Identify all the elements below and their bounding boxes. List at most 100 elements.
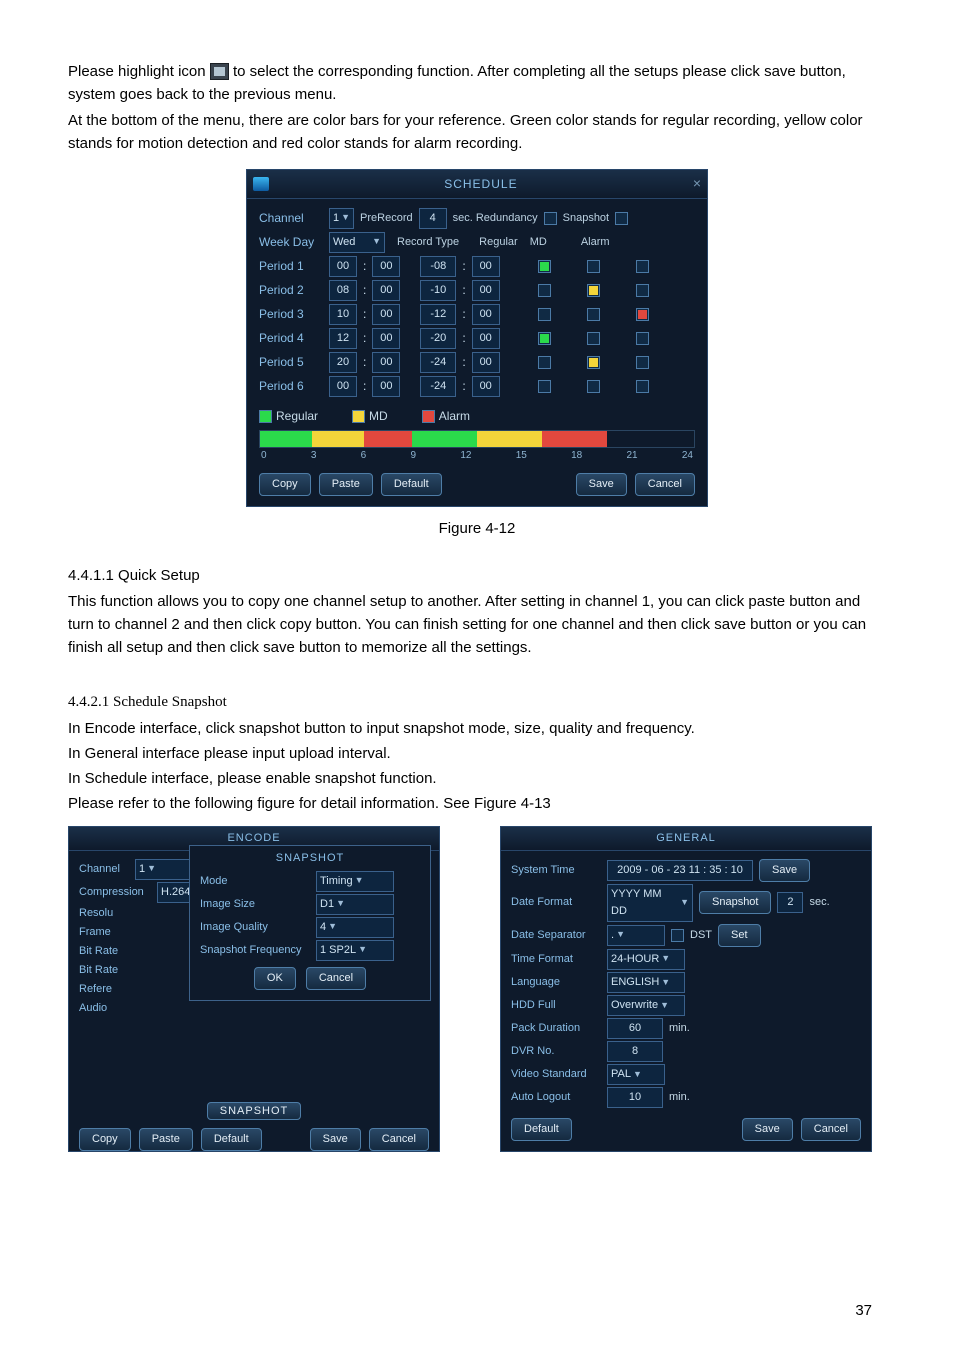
save-button[interactable]: Save [576,473,627,496]
sec-redundancy-label: sec. Redundancy [453,210,538,227]
paste-button[interactable]: Paste [319,473,373,496]
enc-cancel-button[interactable]: Cancel [369,1128,429,1151]
enc-paste-button[interactable]: Paste [139,1128,193,1151]
period-start-h[interactable]: 00 [329,376,357,397]
timefmt-select[interactable]: 24-HOUR▼ [607,949,685,970]
period-start-m[interactable]: 00 [372,376,400,397]
period-start-h[interactable]: 12 [329,328,357,349]
period-alarm-checkbox[interactable] [636,356,649,369]
period-end-m[interactable]: 00 [472,376,500,397]
period-start-m[interactable]: 00 [372,352,400,373]
systime-input[interactable]: 2009 - 06 - 23 11 : 35 : 10 [607,860,753,881]
dst-set-button[interactable]: Set [718,924,761,947]
period-regular-checkbox[interactable] [538,284,551,297]
period-end-m[interactable]: 00 [472,280,500,301]
prerecord-input[interactable]: 4 [419,208,447,229]
snapshot-interval-button[interactable]: Snapshot [699,891,771,914]
period-alarm-checkbox[interactable] [636,332,649,345]
popup-cancel-button[interactable]: Cancel [306,967,366,990]
dvr-input[interactable]: 8 [607,1041,663,1062]
copy-button[interactable]: Copy [259,473,311,496]
period-start-h[interactable]: 00 [329,256,357,277]
dst-checkbox[interactable] [671,929,684,942]
period-start-h[interactable]: 10 [329,304,357,325]
close-icon[interactable]: × [693,173,701,195]
redundancy-checkbox[interactable] [544,212,557,225]
prerecord-label: PreRecord [360,210,413,227]
systime-save-button[interactable]: Save [759,859,810,882]
snapshot-interval-input[interactable]: 2 [777,892,803,913]
period-md-checkbox[interactable] [587,260,600,273]
schedule-snapshot-heading: 4.4.2.1 Schedule Snapshot [68,691,886,714]
snap-p2: In General interface please input upload… [68,742,886,765]
pack-input[interactable]: 60 [607,1018,663,1039]
enc-save-button[interactable]: Save [310,1128,361,1151]
period-regular-checkbox[interactable] [538,260,551,273]
period-end-m[interactable]: 00 [472,304,500,325]
period-end-h[interactable]: -12 [420,304,456,325]
snapshot-label: Snapshot [563,210,609,227]
period-end-h[interactable]: -10 [420,280,456,301]
period-regular-checkbox[interactable] [538,308,551,321]
cancel-button[interactable]: Cancel [635,473,695,496]
popup-ok-button[interactable]: OK [254,967,296,990]
hdd-select[interactable]: Overwrite▼ [607,995,685,1016]
period-md-checkbox[interactable] [587,308,600,321]
period-label: Period 2 [259,281,323,300]
channel-select[interactable]: 1▼ [329,208,354,229]
period-alarm-checkbox[interactable] [636,380,649,393]
highlight-icon [210,63,229,80]
auto-input[interactable]: 10 [607,1087,663,1108]
gen-save-button[interactable]: Save [742,1118,793,1141]
panel-title: SCHEDULE [269,175,693,194]
period-regular-checkbox[interactable] [538,380,551,393]
snapshot-checkbox[interactable] [615,212,628,225]
period-label: Period 1 [259,257,323,276]
video-select[interactable]: PAL▼ [607,1064,665,1085]
period-end-h[interactable]: -24 [420,352,456,373]
enc-compression-label: Compression [79,884,151,901]
period-end-h[interactable]: -20 [420,328,456,349]
period-end-m[interactable]: 00 [472,256,500,277]
period-md-checkbox[interactable] [587,356,600,369]
snap-p4: Please refer to the following figure for… [68,792,886,815]
enc-channel-select[interactable]: 1▼ [135,859,193,880]
encode-panel: ENCODE Channel 1▼ Compression H.264 Extr… [68,826,440,1153]
period-start-h[interactable]: 20 [329,352,357,373]
enc-default-button[interactable]: Default [201,1128,262,1151]
period-md-checkbox[interactable] [587,380,600,393]
period-end-m[interactable]: 00 [472,328,500,349]
period-end-h[interactable]: -24 [420,376,456,397]
period-md-checkbox[interactable] [587,332,600,345]
quick-setup-body: This function allows you to copy one cha… [68,590,886,660]
lang-select[interactable]: ENGLISH▼ [607,972,685,993]
popup-mode-select[interactable]: Timing▼ [316,871,394,892]
datefmt-select[interactable]: YYYY MM DD▼ [607,884,693,922]
intro-paragraph-1: Please highlight icon to select the corr… [68,60,886,107]
snapshot-button[interactable]: SNAPSHOT [207,1102,302,1120]
period-label: Period 4 [259,329,323,348]
popup-size-select[interactable]: D1▼ [316,894,394,915]
gen-default-button[interactable]: Default [511,1118,572,1141]
period-start-h[interactable]: 08 [329,280,357,301]
period-alarm-checkbox[interactable] [636,308,649,321]
period-end-m[interactable]: 00 [472,352,500,373]
period-start-m[interactable]: 00 [372,280,400,301]
period-alarm-checkbox[interactable] [636,260,649,273]
period-start-m[interactable]: 00 [372,328,400,349]
period-regular-checkbox[interactable] [538,332,551,345]
period-start-m[interactable]: 00 [372,304,400,325]
period-alarm-checkbox[interactable] [636,284,649,297]
schedule-icon [253,177,269,191]
period-md-checkbox[interactable] [587,284,600,297]
period-end-h[interactable]: -08 [420,256,456,277]
datesep-select[interactable]: .▼ [607,925,665,946]
period-start-m[interactable]: 00 [372,256,400,277]
enc-copy-button[interactable]: Copy [79,1128,131,1151]
popup-freq-select[interactable]: 1 SP2L▼ [316,940,394,961]
default-button[interactable]: Default [381,473,442,496]
period-regular-checkbox[interactable] [538,356,551,369]
weekday-select[interactable]: Wed▼ [329,232,385,253]
gen-cancel-button[interactable]: Cancel [801,1118,861,1141]
popup-quality-select[interactable]: 4▼ [316,917,394,938]
